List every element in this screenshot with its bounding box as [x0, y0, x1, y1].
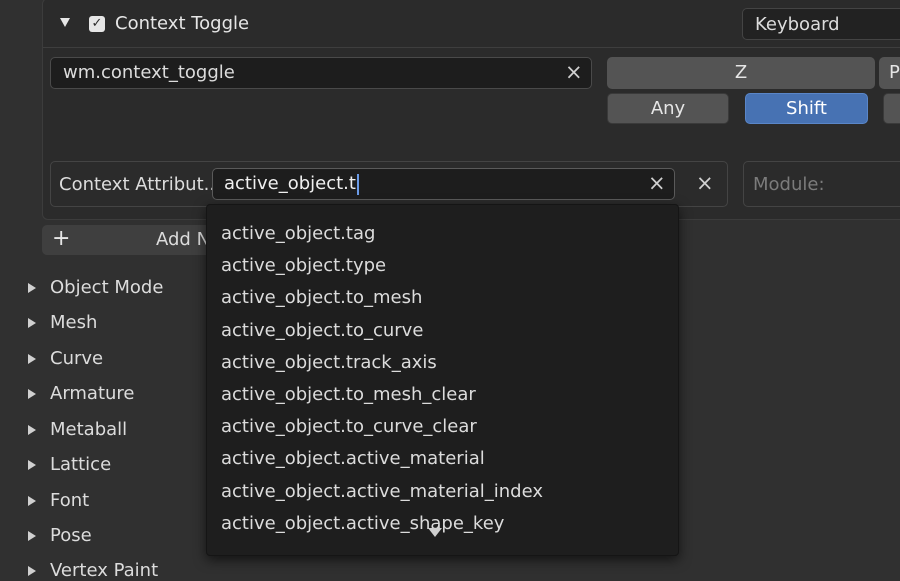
input-type-dropdown[interactable]: Keyboard [742, 8, 900, 40]
item-title: Context Toggle [115, 13, 250, 34]
suggestion-item[interactable]: active_object.type [221, 255, 386, 276]
add-new-button[interactable]: + Add N [42, 225, 222, 255]
modifier-any-button[interactable]: Any [607, 93, 729, 124]
expand-arrow-icon[interactable] [28, 354, 36, 364]
expand-arrow-icon[interactable] [28, 283, 36, 293]
suggestion-item[interactable]: active_object.active_shape_key [221, 513, 504, 534]
clear-input-icon[interactable]: × [648, 173, 666, 194]
remove-property-icon[interactable]: × [696, 173, 714, 194]
key-button[interactable]: Z [607, 57, 875, 89]
category-item-vertex-paint[interactable]: Vertex Paint [50, 560, 158, 581]
panel-divider [43, 47, 900, 48]
key-partial-button[interactable]: P [879, 57, 900, 89]
add-new-label: Add N [156, 229, 211, 250]
category-item-font[interactable]: Font [50, 490, 89, 511]
suggestion-item[interactable]: active_object.to_mesh [221, 287, 422, 308]
scroll-down-icon[interactable] [428, 528, 442, 537]
expand-arrow-icon[interactable] [28, 531, 36, 541]
category-item-mesh[interactable]: Mesh [50, 312, 97, 333]
context-attribute-value: active_object.t [224, 173, 356, 194]
expand-arrow-icon[interactable] [28, 318, 36, 328]
suggestion-item[interactable]: active_object.active_material [221, 448, 485, 469]
category-item-pose[interactable]: Pose [50, 525, 92, 546]
suggestion-item[interactable]: active_object.tag [221, 223, 375, 244]
expand-arrow-icon[interactable] [28, 566, 36, 576]
suggestion-item[interactable]: active_object.track_axis [221, 352, 437, 373]
plus-icon: + [52, 226, 71, 251]
clear-operator-icon[interactable]: × [565, 62, 583, 83]
operator-idname-field[interactable]: wm.context_toggle [50, 57, 592, 89]
context-attribute-input[interactable]: active_object.t [212, 168, 675, 200]
category-item-curve[interactable]: Curve [50, 348, 103, 369]
category-item-lattice[interactable]: Lattice [50, 454, 111, 475]
context-attribute-label: Context Attribut... [59, 174, 221, 195]
item-enabled-checkbox[interactable]: ✓ [89, 16, 105, 32]
input-type-value: Keyboard [755, 14, 840, 35]
category-item-metaball[interactable]: Metaball [50, 419, 127, 440]
modifier-ctrl-button-partial[interactable] [883, 93, 900, 124]
operator-idname-value: wm.context_toggle [63, 62, 235, 83]
module-placeholder: Module: [753, 174, 825, 195]
collapse-arrow-icon[interactable] [60, 18, 70, 27]
expand-arrow-icon[interactable] [28, 389, 36, 399]
expand-arrow-icon[interactable] [28, 496, 36, 506]
suggestion-item[interactable]: active_object.active_material_index [221, 481, 543, 502]
category-item-armature[interactable]: Armature [50, 383, 135, 404]
suggestion-item[interactable]: active_object.to_mesh_clear [221, 384, 476, 405]
expand-arrow-icon[interactable] [28, 425, 36, 435]
suggestion-item[interactable]: active_object.to_curve [221, 320, 423, 341]
category-item-object-mode[interactable]: Object Mode [50, 277, 163, 298]
suggestion-item[interactable]: active_object.to_curve_clear [221, 416, 477, 437]
text-caret [356, 173, 359, 195]
modifier-shift-button[interactable]: Shift [745, 93, 868, 124]
expand-arrow-icon[interactable] [28, 460, 36, 470]
module-field[interactable]: Module: [743, 161, 900, 207]
